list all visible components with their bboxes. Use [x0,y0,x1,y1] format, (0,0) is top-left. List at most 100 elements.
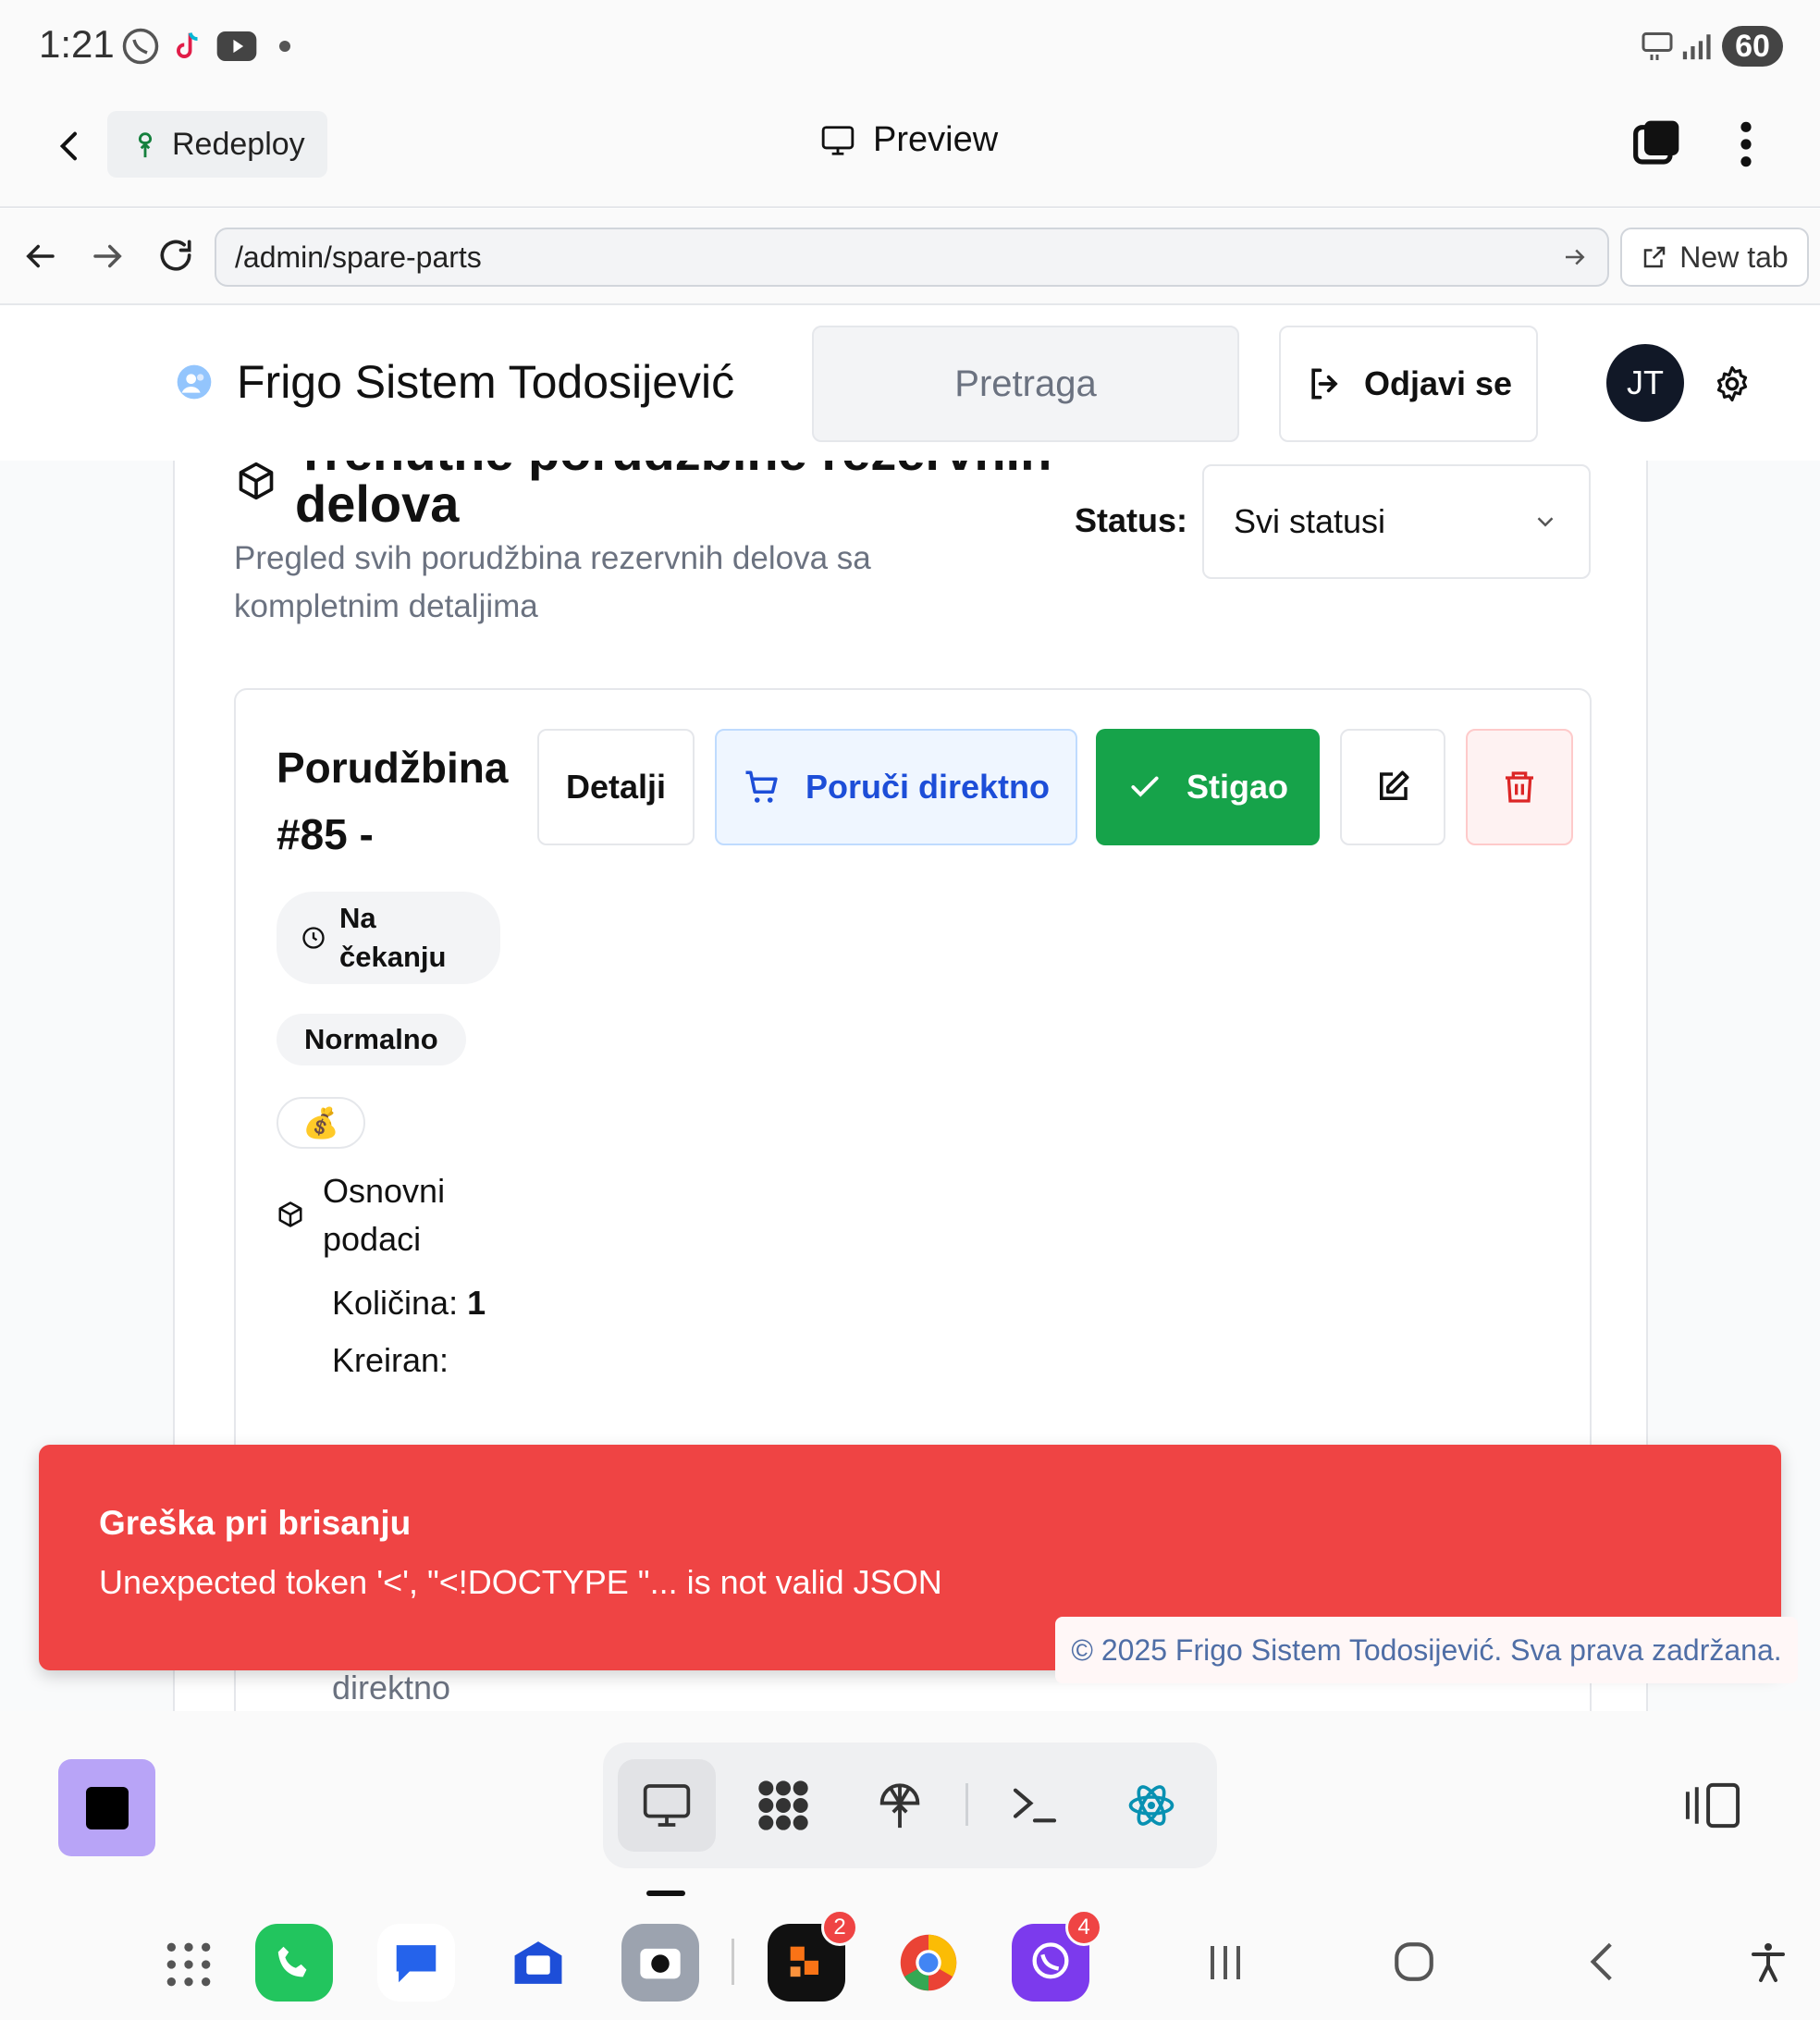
messages-app-icon[interactable] [377,1924,455,2002]
tool-separator [965,1783,968,1826]
home-icon[interactable] [1391,1939,1437,1989]
toast-title: Greška pri brisanju [99,1504,412,1542]
tool-react[interactable] [1102,1759,1200,1852]
page-title: delova [295,474,460,533]
app-drawer-icon[interactable] [163,1939,215,1995]
status-filter-select[interactable]: Svi statusi [1202,464,1591,579]
brand-name: Frigo Sistem Todosijević [237,356,735,408]
terminal-icon [1013,1788,1057,1823]
browser-back-icon[interactable] [20,237,59,280]
back-arrow-icon[interactable] [52,124,89,173]
viber-notification-badge: 4 [1065,1909,1102,1946]
tool-grid[interactable] [734,1759,832,1852]
viber-notification-icon [120,26,161,67]
details-label: Detalji [565,768,667,806]
details-button[interactable]: Detalji [537,729,695,845]
status-bar: 1:21 60 [0,0,1820,92]
status-badge: Na čekanju [277,892,500,984]
created-row: Kreiran: [332,1341,449,1380]
android-dock: 2 4 [0,1896,1820,2020]
chrome-app-icon[interactable] [890,1924,967,2002]
new-tab-label: New tab [1679,240,1789,274]
url-input[interactable]: /admin/spare-parts [215,228,1609,287]
money-badge: 💰 [277,1097,365,1149]
more-options-icon[interactable] [1728,118,1765,175]
camera-app-icon[interactable] [621,1924,699,2002]
logout-icon [1311,368,1338,400]
phone-app-icon[interactable] [255,1924,333,2002]
money-bag-icon: 💰 [302,1106,339,1139]
trash-icon [1506,771,1533,803]
battery-level: 60 [1722,26,1783,67]
site-header: Frigo Sistem Todosijević Pretraga Odjavi… [0,307,1820,461]
check-icon [1131,776,1159,797]
clock-icon [302,927,325,949]
youtube-notification-icon [216,26,257,67]
react-icon [1128,1785,1174,1826]
stop-square-icon [85,1786,129,1829]
basic-info-heading: Osnovni podaci [323,1172,446,1258]
window-switch-icon[interactable] [1631,117,1683,173]
mail-app-icon[interactable] [499,1924,577,2002]
bottom-toolbar [0,1711,1820,1896]
status-filter-label: Status: [1075,501,1188,539]
signal-icon [1676,26,1716,67]
monitor-icon [821,125,855,155]
stop-button[interactable] [58,1759,155,1856]
deploy-tree-icon [138,132,153,158]
status-time: 1:21 [39,22,115,66]
cart-icon [745,770,778,803]
tiktok-notification-icon [168,26,209,67]
toast-message: Unexpected token '<', "<!DOCTYPE "... is… [99,1563,942,1601]
partial-text: direktno [332,1669,451,1706]
logout-label: Odjavi se [1363,364,1513,402]
preview-label: Preview [873,120,999,159]
recent-apps-icon[interactable] [1202,1940,1248,1989]
arrived-label: Stigao [1186,768,1288,806]
redeploy-button[interactable]: Redeploy [107,111,327,178]
edit-button[interactable] [1340,729,1445,845]
logout-button[interactable]: Odjavi se [1279,326,1538,442]
arrived-button[interactable]: Stigao [1096,729,1320,845]
browser-toolbar: /admin/spare-parts New tab [0,209,1820,305]
notification-badge: 2 [821,1909,858,1946]
avatar-initials: JT [1627,363,1664,401]
brand[interactable]: Frigo Sistem Todosijević [176,355,734,409]
browser-forward-icon[interactable] [89,237,128,280]
settings-gear-icon[interactable] [1713,364,1752,408]
tool-console[interactable] [986,1759,1084,1852]
copyright-text: © 2025 Frigo Sistem Todosijević. Sva pra… [1071,1632,1782,1667]
url-text: /admin/spare-parts [235,240,482,274]
reload-icon[interactable] [155,235,196,280]
search-placeholder: Pretraga [954,363,1097,404]
users-logo-icon [177,364,212,400]
status-filter-value: Svi statusi [1234,502,1386,540]
order-direct-button[interactable]: Poruči direktno [715,729,1077,845]
more-notifications-dot [279,41,290,52]
new-tab-button[interactable]: New tab [1620,228,1809,287]
chevron-down-icon [1537,517,1554,527]
page-subtitle: Pregled svih porudžbina rezervnih delova… [234,540,871,624]
app-bar: Redeploy Preview [0,92,1820,208]
tool-preview[interactable] [618,1759,716,1852]
tool-group [603,1743,1217,1868]
package-icon [236,461,277,506]
nav-back-icon[interactable] [1580,1939,1626,1989]
preview-title: Preview [819,120,998,160]
status-badge-label: Na čekanju [339,902,447,973]
tool-deploy[interactable] [851,1759,949,1852]
order-title: Porudžbina #85 - [277,744,509,858]
blocks-icon [758,1780,808,1830]
edit-icon [1380,770,1409,800]
avatar[interactable]: JT [1606,344,1684,422]
external-link-icon [1644,246,1666,268]
split-view-icon[interactable] [1683,1780,1742,1836]
delete-button[interactable] [1466,729,1573,845]
search-input[interactable]: Pretraga [812,326,1239,442]
go-arrow-icon[interactable] [1561,243,1589,271]
accessibility-icon[interactable] [1746,1937,1790,1991]
monitor-icon [643,1784,691,1827]
package-small-icon [277,1201,304,1233]
created-label: Kreiran: [332,1341,449,1379]
order-direct-label: Poruči direktno [805,768,1051,806]
